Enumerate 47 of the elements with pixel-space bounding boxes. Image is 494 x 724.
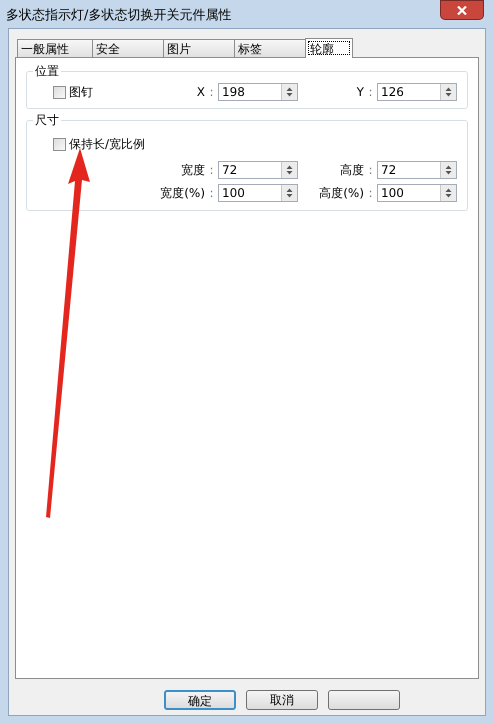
tab[interactable]: 标签 — [234, 39, 306, 57]
checkbox-label: 保持长/宽比例 — [69, 136, 146, 153]
field-label: 宽度(%) — [160, 185, 205, 202]
field-label: X — [196, 84, 205, 101]
close-icon — [457, 6, 467, 14]
spin-field[interactable]: 100 — [218, 184, 298, 202]
spin-buttons[interactable] — [440, 162, 456, 178]
close-button[interactable] — [440, 0, 484, 20]
checkbox[interactable] — [53, 86, 66, 98]
field-label: 高度(%) — [319, 185, 364, 202]
window-title: 多状态指示灯/多状态切换开关元件属性 — [6, 7, 232, 25]
separator: : — [208, 84, 215, 101]
separator: : — [367, 84, 374, 101]
up-down-arrows-icon — [286, 87, 293, 97]
tab[interactable]: 图片 — [163, 39, 235, 57]
up-down-arrows-icon — [445, 188, 452, 198]
spin-field[interactable]: 126 — [377, 83, 457, 101]
up-down-arrows-icon — [286, 165, 293, 175]
spin-buttons[interactable] — [440, 185, 456, 201]
dialog-button[interactable]: 确定 — [164, 690, 236, 710]
up-down-arrows-icon — [445, 87, 452, 97]
dialog-button[interactable] — [328, 690, 400, 710]
spin-buttons[interactable] — [281, 162, 297, 178]
group-title: 尺寸 — [34, 112, 60, 129]
spin-buttons[interactable] — [440, 84, 456, 100]
tab[interactable]: 轮廓 — [305, 38, 353, 58]
spin-field[interactable]: 72 — [377, 161, 457, 179]
up-down-arrows-icon — [286, 188, 293, 198]
tab[interactable]: 一般属性 — [17, 39, 93, 57]
separator: : — [208, 185, 215, 202]
spin-field[interactable]: 198 — [218, 83, 298, 101]
spin-field[interactable]: 72 — [218, 161, 298, 179]
spin-buttons[interactable] — [281, 84, 297, 100]
tab[interactable]: 安全 — [92, 39, 164, 57]
spin-field[interactable]: 100 — [377, 184, 457, 202]
up-down-arrows-icon — [445, 165, 452, 175]
checkbox-label: 图钉 — [69, 84, 93, 101]
dialog-button[interactable]: 取消 — [246, 690, 318, 710]
field-label: 宽度 — [181, 162, 205, 179]
spin-buttons[interactable] — [281, 185, 297, 201]
separator: : — [367, 162, 374, 179]
field-label: Y — [356, 84, 364, 101]
group-title: 位置 — [34, 63, 60, 80]
field-label: 高度 — [340, 162, 364, 179]
separator: : — [208, 162, 215, 179]
separator: : — [367, 185, 374, 202]
checkbox[interactable] — [53, 138, 66, 150]
